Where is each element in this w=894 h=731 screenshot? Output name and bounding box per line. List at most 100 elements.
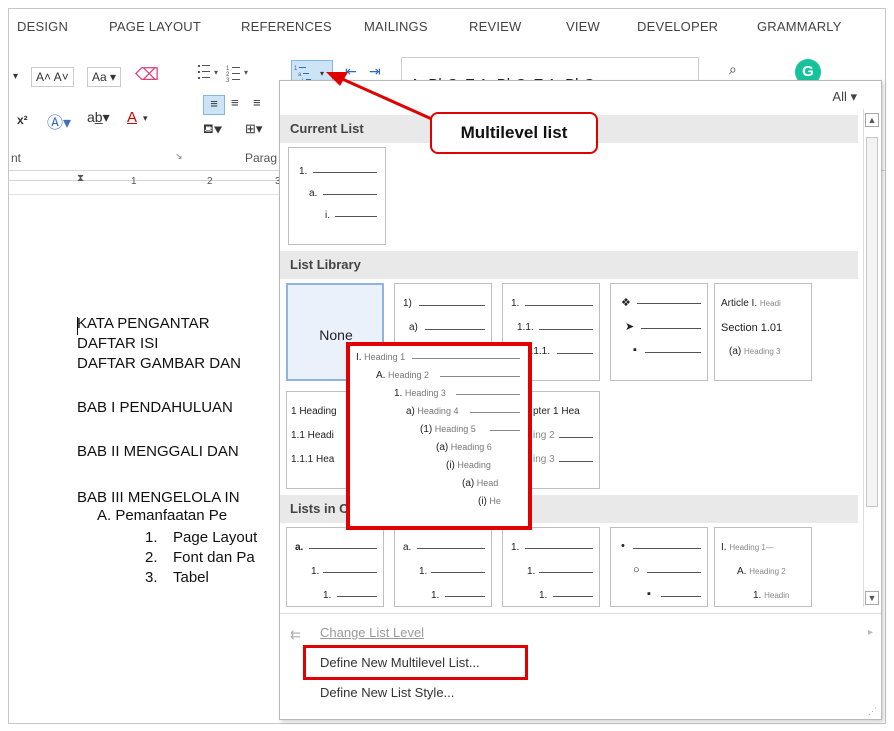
tile-level-label: pter 1 Hea — [533, 406, 580, 417]
preview-text: Heading 5 — [434, 424, 476, 434]
tile-level-label: 1. — [511, 298, 520, 309]
doc-item-text: Tabel — [173, 569, 209, 586]
doc-item-number: 1. — [145, 529, 158, 546]
doc-line: BAB I PENDAHULUAN — [77, 399, 233, 416]
superscript-icon[interactable]: x² — [17, 113, 28, 127]
doc-sub-heading: A. Pemanfaatan Pe — [97, 507, 228, 524]
document-list-tile[interactable]: • ○ ▪ — [610, 527, 708, 607]
tile-level-label: a) — [409, 322, 418, 333]
tab-references[interactable]: REFERENCES — [241, 19, 332, 34]
tile-level-label: Article I. — [721, 298, 758, 309]
arrow-bullet-icon: ➤ — [625, 321, 635, 333]
list-library-tile[interactable]: Article I. Headi Section 1.01 (a) Headin… — [714, 283, 812, 381]
document-list-tile[interactable]: I. Heading 1— A. Heading 2 1. Headin — [714, 527, 812, 607]
grow-font-icon[interactable]: A˄ A˅ — [31, 67, 74, 87]
shading-icon[interactable]: ⛾▾ — [203, 121, 222, 139]
tile-level-label: 1 Heading — [291, 406, 337, 417]
align-right-icon[interactable]: ≡ — [253, 95, 261, 110]
list-library-header: List Library — [280, 251, 858, 279]
doc-line: BAB III MENGELOLA IN — [77, 489, 240, 506]
preview-num: I. — [356, 352, 362, 363]
list-library-tile[interactable]: ❖ ➤ ▪ — [610, 283, 708, 381]
resize-grip-icon[interactable]: ⋰ — [868, 706, 877, 717]
tab-design[interactable]: DESIGN — [17, 19, 68, 34]
filter-all-dropdown[interactable]: All ▾ — [832, 89, 857, 105]
find-binoculars-icon[interactable]: ⌕ — [729, 61, 737, 78]
change-list-level-item[interactable]: Change List Level — [320, 625, 424, 640]
square-bullet-icon: ▪ — [647, 588, 651, 600]
menu-divider — [280, 613, 881, 614]
preview-num: 1. — [394, 388, 403, 399]
align-left-icon[interactable]: ≡ — [203, 95, 225, 115]
clear-formatting-icon[interactable]: ⌫ — [135, 65, 159, 85]
document-list-tile[interactable]: a. 1. 1. — [286, 527, 384, 607]
heading-list-preview: I. Heading 1 A. Heading 2 1. Heading 3 a… — [346, 342, 532, 530]
indent-marker-icon[interactable]: ⧗ — [77, 173, 84, 184]
preview-num: (a) — [462, 478, 475, 489]
tile-level-label: ing 3 — [533, 454, 555, 465]
preview-text: He — [489, 496, 501, 506]
filter-all-label: All — [832, 89, 847, 104]
tile-level-label: Section 1.01 — [721, 322, 783, 334]
font-group-label: nt — [11, 151, 22, 165]
tab-page-layout[interactable]: PAGE LAYOUT — [109, 19, 201, 34]
scroll-thumb[interactable] — [866, 137, 878, 507]
tab-view[interactable]: VIEW — [566, 19, 600, 34]
callout-arrow-icon — [326, 72, 435, 122]
preview-num: A. — [376, 370, 386, 381]
doc-line: BAB II MENGGALI DAN — [77, 443, 239, 460]
preview-num: (i) — [446, 460, 455, 471]
submenu-arrow-icon: ▸ — [867, 627, 873, 638]
diamond-bullet-icon: ❖ — [621, 297, 631, 309]
ruler-tick: 2 — [207, 176, 213, 187]
doc-item-text: Font dan Pa — [173, 549, 255, 566]
tile-level-label: 1.1. — [517, 322, 534, 333]
current-list-tile[interactable]: 1. a. i. — [288, 147, 386, 245]
tile-level-label: 1.1.1 Hea — [291, 454, 335, 465]
tile-level-label: ing 2 — [533, 430, 555, 441]
highlight-color-icon[interactable]: ab̲▾ — [87, 109, 110, 126]
preview-num: (i) — [478, 496, 487, 507]
font-color-icon[interactable]: A — [127, 109, 137, 126]
tile-level-label: 1.1 Headi — [291, 430, 334, 441]
font-dialog-launcher-icon[interactable]: ↘ — [175, 151, 183, 162]
preview-text: Heading 2 — [387, 370, 430, 380]
preview-text: Heading 4 — [417, 406, 459, 416]
tab-mailings[interactable]: MAILINGS — [364, 19, 428, 34]
callout-multilevel-list: Multilevel list — [430, 112, 598, 154]
document-list-tile[interactable]: a. 1. 1. — [394, 527, 492, 607]
svg-text:▾: ▾ — [244, 68, 248, 77]
preview-num: a) — [406, 406, 415, 417]
align-center-icon[interactable]: ≡ — [231, 95, 239, 110]
text-effects-icon[interactable]: Ⓐ▾ — [47, 109, 71, 133]
change-case-icon[interactable]: Aa ▾ — [87, 67, 122, 87]
svg-text:▾: ▾ — [214, 68, 218, 77]
tab-developer[interactable]: DEVELOPER — [637, 19, 718, 34]
tab-review[interactable]: REVIEW — [469, 19, 521, 34]
list-none-label: None — [319, 327, 353, 343]
horizontal-ruler[interactable]: ⧗ 1 2 3 — [9, 171, 281, 195]
tab-grammarly[interactable]: GRAMMARLY — [757, 19, 842, 34]
font-color-dropdown-icon[interactable]: ▾ — [143, 113, 148, 124]
font-size-dropdown-icon[interactable]: ▾ — [13, 71, 18, 82]
doc-item-number: 2. — [145, 549, 158, 566]
ruler-track — [9, 180, 281, 190]
doc-line: KATA PENGANTAR — [77, 315, 210, 332]
preview-num: (a) — [436, 442, 449, 453]
document-list-tile[interactable]: 1. 1. 1. — [502, 527, 600, 607]
preview-text: Head — [476, 478, 499, 488]
doc-item-text: Page Layout — [173, 529, 258, 546]
tile-level-gray: Heading 3 — [744, 347, 781, 356]
document-page[interactable]: KATA PENGANTAR DAFTAR ISI DAFTAR GAMBAR … — [9, 195, 281, 723]
scroll-down-icon[interactable]: ▼ — [865, 591, 879, 605]
ruler-tick: 1 — [131, 176, 137, 187]
dropdown-scrollbar[interactable]: ▲ ▼ — [863, 109, 879, 607]
define-new-list-style-item[interactable]: Define New List Style... — [320, 685, 454, 700]
doc-item-number: 3. — [145, 569, 158, 586]
ribbon-tab-bar: DESIGN PAGE LAYOUT REFERENCES MAILINGS R… — [9, 9, 885, 43]
scroll-up-icon[interactable]: ▲ — [865, 113, 879, 127]
borders-icon[interactable]: ⊞▾ — [245, 121, 262, 137]
preview-num: (1) — [420, 424, 433, 435]
paragraph-group-label: Parag — [245, 151, 278, 165]
preview-text: Heading — [457, 460, 491, 470]
